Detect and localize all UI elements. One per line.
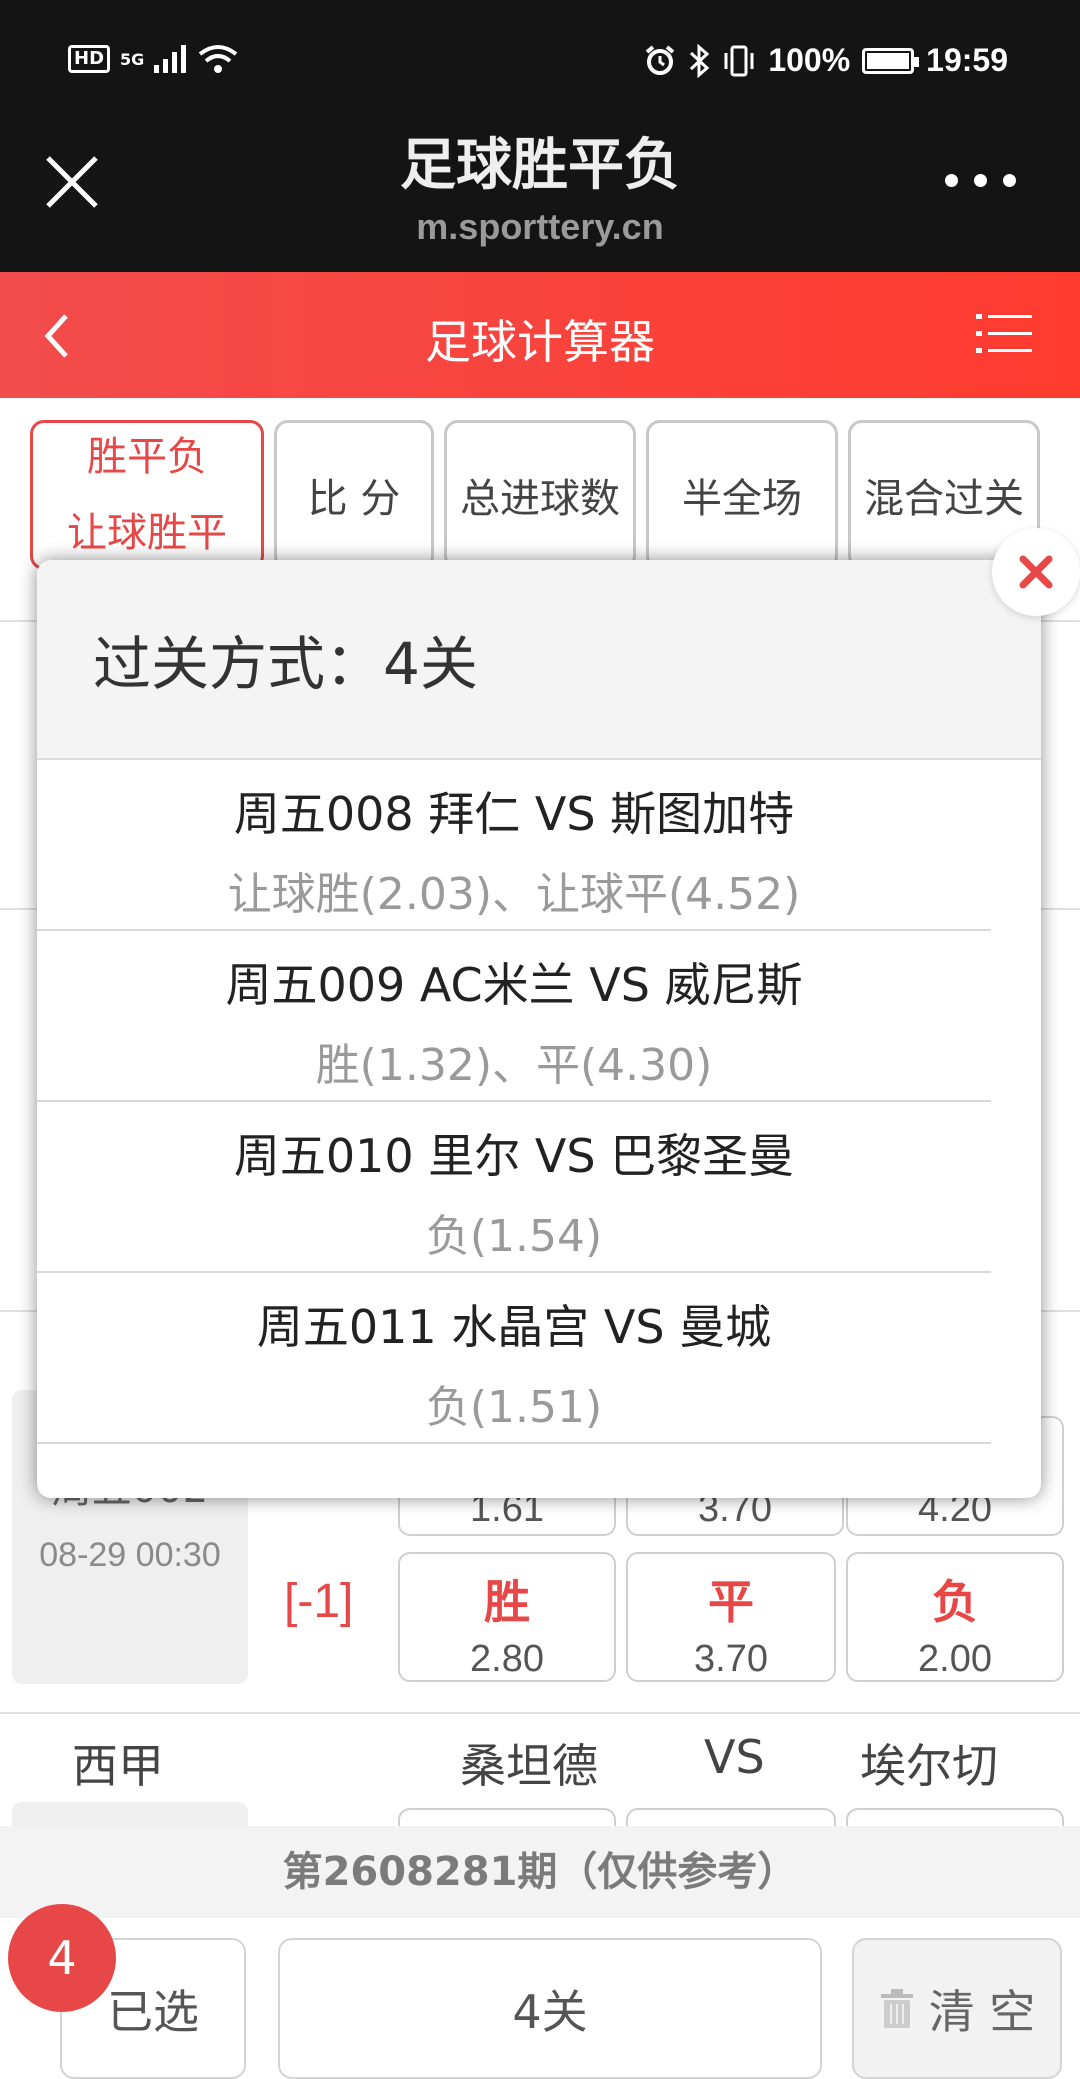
odds-value: 2.80	[470, 1638, 544, 1680]
tab-label: 总进球数	[460, 476, 620, 522]
tab-win-draw-lose[interactable]: 胜平负 让球胜平	[30, 420, 264, 570]
selection-match: 周五011 水晶宫 VS 曼城	[256, 1300, 772, 1354]
divider	[0, 1712, 1080, 1714]
signal-icon	[154, 45, 187, 73]
network-label: 5G	[120, 49, 145, 69]
tab-label: 比 分	[307, 476, 401, 522]
browser-url: m.sporttery.cn	[416, 206, 664, 247]
odds-label: 负	[932, 1575, 978, 1629]
footer-bar: 已选 4关 清 空	[0, 1918, 1080, 2079]
trash-icon	[880, 1988, 913, 2028]
parlay-modal: 过关方式：4关 周五008 拜仁 VS 斯图加特 让球胜(2.03)、让球平(4…	[37, 560, 1041, 1498]
odds-lose[interactable]: 负 2.00	[846, 1552, 1064, 1682]
clear-label: 清 空	[928, 1984, 1036, 2039]
issue-number-bar: 第2608281期（仅供参考）	[0, 1826, 1080, 1918]
tab-label: 半全场	[682, 476, 802, 522]
play-type-tabs: 胜平负 让球胜平 比 分 总进球数 半全场 混合过关	[30, 420, 1040, 570]
modal-title: 过关方式：4关	[37, 560, 1041, 760]
browser-page-title: 足球胜平负	[400, 133, 680, 198]
tab-half-full[interactable]: 半全场	[646, 420, 838, 570]
clear-button[interactable]: 清 空	[852, 1938, 1062, 2079]
tab-total-goals[interactable]: 总进球数	[444, 420, 636, 570]
odds-win[interactable]: 胜 2.80	[398, 1552, 616, 1682]
away-team: 埃尔切	[860, 1739, 998, 1793]
odds-draw[interactable]: 平 3.70	[626, 1552, 836, 1682]
selection-picks: 负(1.54)	[425, 1211, 603, 1262]
pass-type-label: 4关	[512, 1984, 588, 2039]
odds-label: 胜	[484, 1575, 530, 1629]
close-icon	[1019, 555, 1053, 589]
odds-value: 3.70	[694, 1638, 768, 1680]
selection-item: 周五009 AC米兰 VS 威尼斯 胜(1.32)、平(4.30)	[37, 931, 991, 1102]
app-title: 足球计算器	[425, 315, 655, 369]
selection-item: 周五011 水晶宫 VS 曼城 负(1.51)	[37, 1273, 991, 1444]
hd-badge: HD	[68, 45, 111, 73]
selection-item: 周五010 里尔 VS 巴黎圣曼 负(1.54)	[37, 1102, 991, 1273]
clock-time: 19:59	[926, 42, 1008, 78]
handicap-label: [-1]	[284, 1575, 354, 1628]
selection-item: 周五008 拜仁 VS 斯图加特 让球胜(2.03)、让球平(4.52)	[37, 760, 991, 931]
selected-label: 已选	[107, 1984, 199, 2039]
selection-match: 周五009 AC米兰 VS 威尼斯	[225, 958, 803, 1012]
browser-topbar: HD 5G 100% 19:59 足球胜平负 m.sporttery.cn	[0, 0, 1080, 272]
app-header: 足球计算器	[0, 272, 1080, 398]
vibrate-icon	[724, 45, 754, 76]
status-right: 100% 19:59	[644, 42, 1008, 79]
modal-close-button[interactable]	[992, 528, 1080, 616]
selection-picks: 胜(1.32)、平(4.30)	[315, 1040, 713, 1091]
match-time: 08-29 00:30	[39, 1536, 221, 1574]
vs-label: VS	[704, 1730, 765, 1784]
league-name: 西甲	[72, 1739, 164, 1793]
selection-match: 周五008 拜仁 VS 斯图加特	[233, 787, 795, 841]
selection-picks: 负(1.51)	[425, 1382, 603, 1433]
wifi-icon	[199, 45, 238, 73]
pass-type-button[interactable]: 4关	[278, 1938, 822, 2079]
selected-count-badge: 4	[8, 1904, 116, 2012]
bluetooth-icon	[690, 43, 710, 78]
home-team: 桑坦德	[460, 1739, 598, 1793]
tab-score[interactable]: 比 分	[274, 420, 434, 570]
status-left: HD 5G	[68, 44, 238, 74]
battery-fill	[867, 52, 910, 69]
selection-match: 周五010 里尔 VS 巴黎圣曼	[233, 1129, 795, 1183]
battery-icon	[862, 47, 920, 74]
more-options-icon[interactable]	[945, 174, 1016, 187]
alarm-icon	[646, 44, 675, 75]
odds-label: 平	[708, 1575, 754, 1629]
tab-label-line1: 胜平负	[87, 434, 207, 480]
selection-picks: 让球胜(2.03)、让球平(4.52)	[227, 869, 801, 920]
battery-percent: 100%	[768, 42, 851, 78]
tab-label: 混合过关	[864, 476, 1024, 522]
odds-value: 2.00	[918, 1638, 992, 1680]
menu-icon[interactable]	[976, 312, 1032, 356]
